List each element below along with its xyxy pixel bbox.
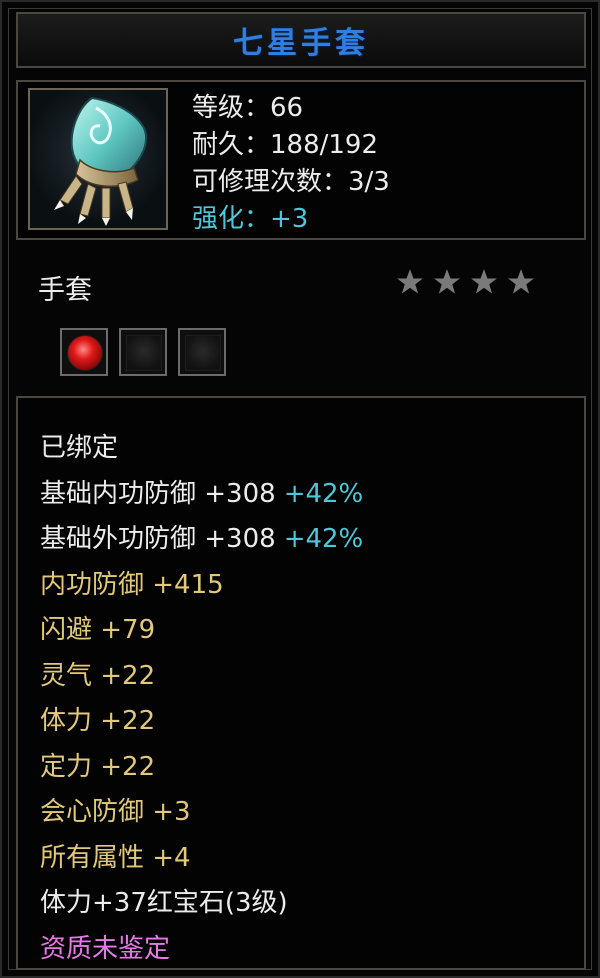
gem-socket-3[interactable] [178,328,226,376]
attr-label: 基础内功防御 +308 [40,478,276,509]
item-tooltip: 七星手套 等级：66 耐久：188/192 可修理次数：3/3 强化：+3 手套… [0,0,600,978]
item-summary-panel: 等级：66 耐久：188/192 可修理次数：3/3 强化：+3 [16,80,586,240]
gem-socket-2[interactable] [119,328,167,376]
attr-inner-def: 内功防御 +415 [40,569,224,600]
glove-item-icon [28,88,168,230]
empty-socket-icon [126,335,162,371]
ruby-gem-icon [67,335,103,371]
star-icon [434,269,460,294]
attr-label: 基础外功防御 +308 [40,524,276,554]
bound-status: 已绑定 [40,433,119,463]
attr-crit-def: 会心防御 +3 [40,797,191,827]
quality-status: 资质未鉴定 [40,933,171,964]
attr-all: 所有属性 +4 [40,842,191,873]
glove-icon [54,96,148,226]
item-type: 手套 [38,275,92,306]
star-icon [397,269,423,294]
attr-base-outer-def: 基础外功防御 +308 +42% [40,517,363,563]
gem-sockets [60,328,226,376]
gem-bonus: 体力+37红宝石(3级) [40,888,288,918]
title-bar: 七星手套 [16,12,586,68]
attr-dodge: 闪避 +79 [40,615,156,645]
star-icon [471,269,497,294]
star-rating [396,268,535,296]
empty-socket-icon [185,335,221,371]
durability-text: 耐久：188/192 [192,130,379,160]
attributes-panel: 已绑定 基础内功防御 +308 +42% 基础外功防御 +308 +42% 内功防御… [16,396,586,970]
repair-count-text: 可修理次数：3/3 [192,167,390,197]
star-icon [508,269,534,294]
attr-focus: 定力 +22 [40,751,156,782]
gem-socket-1[interactable] [60,328,108,376]
level-text: 等级：66 [192,93,304,123]
item-stats: 等级：66 耐久：188/192 可修理次数：3/3 强化：+3 [192,90,390,238]
attr-spirit: 灵气 +22 [40,660,156,691]
attr-stamina: 体力 +22 [40,706,156,736]
attr-base-inner-def: 基础内功防御 +308 +42% [40,472,363,518]
attr-percent: +42% [283,524,364,554]
attr-percent: +42% [283,478,364,509]
attribute-list: 已绑定 基础内功防御 +308 +42% 基础外功防御 +308 +42% 内功防御… [40,426,363,972]
item-name: 七星手套 [233,26,369,61]
enhance-text: 强化：+3 [192,204,309,234]
